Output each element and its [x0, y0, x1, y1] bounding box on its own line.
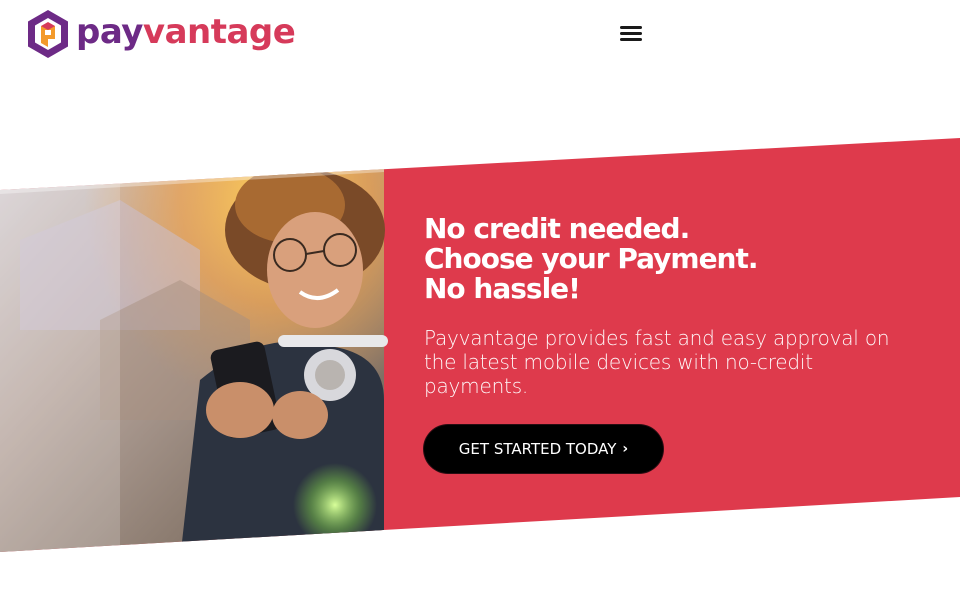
chevron-right-icon: › [622, 441, 629, 457]
hero-description: Payvantage provides fast and easy approv… [424, 326, 890, 398]
hero-headline: No credit needed. Choose your Payment. N… [424, 214, 924, 304]
hero-photo [0, 150, 388, 552]
get-started-label: GET STARTED TODAY [458, 440, 617, 458]
get-started-button[interactable]: GET STARTED TODAY › [424, 425, 663, 473]
headline-line-1: No credit needed. [424, 212, 690, 245]
headline-line-3: No hassle! [424, 272, 581, 305]
hero-section: No credit needed. Choose your Payment. N… [0, 0, 960, 600]
headline-line-2: Choose your Payment. [424, 242, 759, 275]
